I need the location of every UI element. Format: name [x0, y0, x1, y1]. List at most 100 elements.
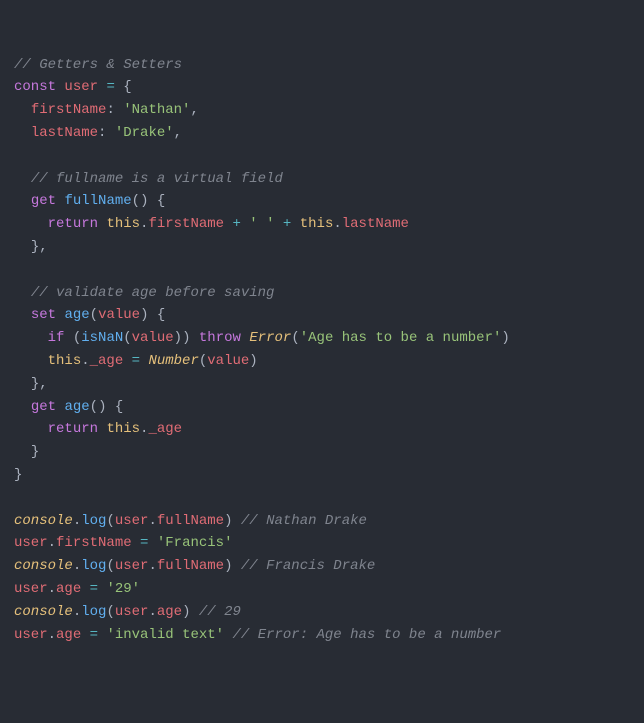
comma: , — [174, 125, 182, 141]
ident-user: user — [14, 627, 48, 643]
string-space: ' ' — [249, 216, 274, 232]
paren-open: ( — [106, 558, 114, 574]
op-equals: = — [90, 627, 98, 643]
op-plus: + — [232, 216, 240, 232]
dot: . — [48, 581, 56, 597]
keyword-return: return — [48, 216, 98, 232]
paren-open: ( — [132, 193, 140, 209]
comma: , — [39, 376, 47, 392]
fn-number: Number — [148, 353, 198, 369]
dot: . — [148, 513, 156, 529]
paren-close: ) — [249, 353, 257, 369]
paren-close: ) — [174, 330, 182, 346]
brace-open: { — [157, 193, 165, 209]
param-value: value — [98, 307, 140, 323]
paren-open: ( — [291, 330, 299, 346]
obj-console: console — [14, 513, 73, 529]
comment-header: // Getters & Setters — [14, 57, 182, 73]
paren-open: ( — [123, 330, 131, 346]
paren-open: ( — [90, 399, 98, 415]
comma: , — [39, 239, 47, 255]
obj-console: console — [14, 604, 73, 620]
comment-error: // Error: Age has to be a number — [232, 627, 501, 643]
paren-close: ) — [140, 193, 148, 209]
ident-value: value — [207, 353, 249, 369]
brace-open: { — [123, 79, 131, 95]
ident-value: value — [132, 330, 174, 346]
paren-close: ) — [182, 330, 190, 346]
paren-close: ) — [140, 307, 148, 323]
string-29: '29' — [106, 581, 140, 597]
ident-user: user — [115, 558, 149, 574]
dot: . — [333, 216, 341, 232]
comment-validate: // validate age before saving — [31, 285, 275, 301]
paren-close: ) — [224, 558, 232, 574]
string-drake: 'Drake' — [115, 125, 174, 141]
paren-close: ) — [182, 604, 190, 620]
fn-log: log — [81, 604, 106, 620]
ident-user: user — [14, 581, 48, 597]
comment-francis-drake: // Francis Drake — [241, 558, 375, 574]
paren-open: ( — [90, 307, 98, 323]
brace-close: } — [31, 376, 39, 392]
brace-close: } — [31, 239, 39, 255]
dot: . — [148, 604, 156, 620]
keyword-throw: throw — [199, 330, 241, 346]
prop-firstname: firstName — [31, 102, 107, 118]
brace-open: { — [157, 307, 165, 323]
keyword-set: set — [31, 307, 56, 323]
string-ageerr: 'Age has to be a number' — [300, 330, 502, 346]
prop-uage: _age — [148, 421, 182, 437]
prop-lastname: lastName — [342, 216, 409, 232]
op-equals: = — [132, 353, 140, 369]
paren-close: ) — [224, 513, 232, 529]
paren-open: ( — [106, 513, 114, 529]
dot: . — [148, 558, 156, 574]
string-francis: 'Francis' — [157, 535, 233, 551]
string-nathan: 'Nathan' — [123, 102, 190, 118]
comment-29: // 29 — [199, 604, 241, 620]
ident-user: user — [64, 79, 98, 95]
dot: . — [48, 627, 56, 643]
op-plus: + — [283, 216, 291, 232]
prop-firstname: firstName — [56, 535, 132, 551]
brace-open: { — [115, 399, 123, 415]
paren-open: ( — [106, 604, 114, 620]
prop-lastname: lastName — [31, 125, 98, 141]
dot: . — [73, 604, 81, 620]
comment-fullname: // fullname is a virtual field — [31, 171, 283, 187]
op-equals: = — [90, 581, 98, 597]
prop-uage: _age — [90, 353, 124, 369]
prop-age: age — [56, 581, 81, 597]
fn-isnan: isNaN — [81, 330, 123, 346]
op-equals: = — [106, 79, 114, 95]
fn-age: age — [64, 399, 89, 415]
dot: . — [73, 558, 81, 574]
fn-fullname: fullName — [64, 193, 131, 209]
prop-firstname: firstName — [148, 216, 224, 232]
ident-user: user — [115, 513, 149, 529]
dot: . — [73, 513, 81, 529]
paren-close: ) — [501, 330, 509, 346]
this: this — [106, 216, 140, 232]
this: this — [300, 216, 334, 232]
keyword-if: if — [48, 330, 65, 346]
dot: . — [81, 353, 89, 369]
paren-close: ) — [98, 399, 106, 415]
comment-nathan-drake: // Nathan Drake — [241, 513, 367, 529]
brace-close: } — [31, 444, 39, 460]
code-editor[interactable]: // Getters & Setters const user = { firs… — [14, 54, 630, 647]
comma: , — [190, 102, 198, 118]
ident-user: user — [115, 604, 149, 620]
keyword-const: const — [14, 79, 56, 95]
fn-age: age — [64, 307, 89, 323]
prop-fullname: fullName — [157, 558, 224, 574]
obj-console: console — [14, 558, 73, 574]
keyword-get: get — [31, 399, 56, 415]
colon: : — [106, 102, 114, 118]
this: this — [48, 353, 82, 369]
this: this — [106, 421, 140, 437]
prop-fullname: fullName — [157, 513, 224, 529]
fn-log: log — [81, 558, 106, 574]
string-invalid: 'invalid text' — [106, 627, 224, 643]
